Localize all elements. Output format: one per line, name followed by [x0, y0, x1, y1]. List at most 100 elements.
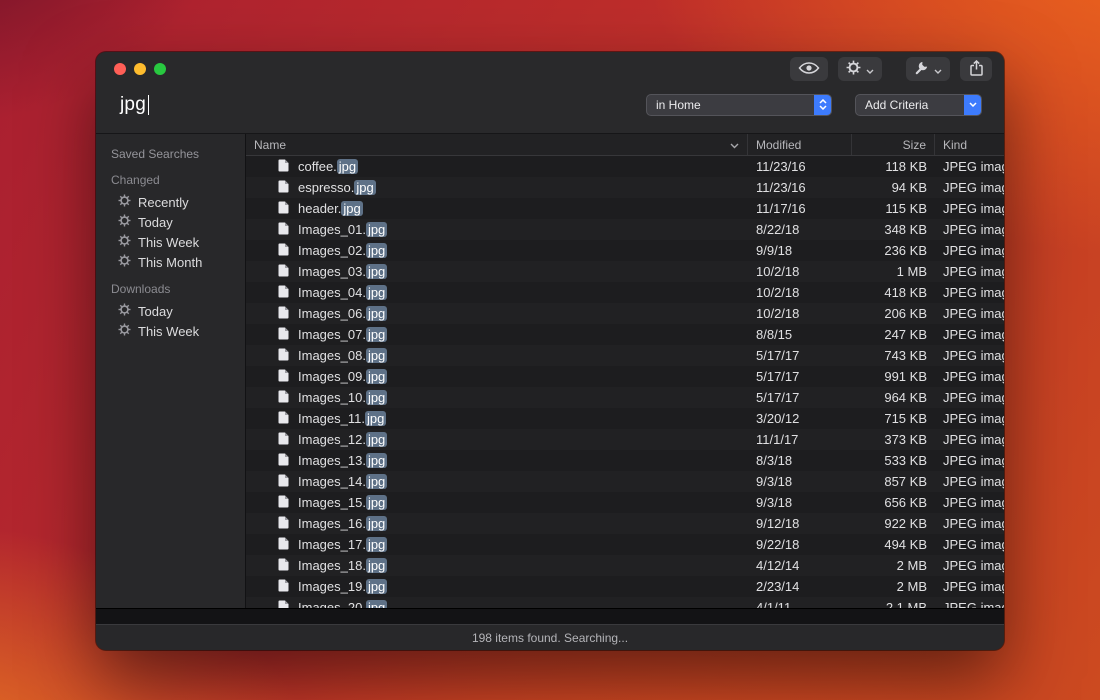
- file-name-cell: Images_03.jpg: [246, 264, 748, 280]
- file-name-cell: Images_07.jpg: [246, 327, 748, 343]
- file-row[interactable]: header.jpg 11/17/16 115 KB JPEG image: [246, 198, 1004, 219]
- kind-cell: JPEG image: [935, 537, 1004, 552]
- smart-folder-gear-icon: [118, 323, 131, 339]
- file-name: Images_19.jpg: [298, 579, 387, 594]
- file-name: Images_08.jpg: [298, 348, 387, 363]
- finder-search-window: jpg in Home Add Criteria: [96, 52, 1004, 650]
- file-row[interactable]: Images_12.jpg 11/1/17 373 KB JPEG image: [246, 429, 1004, 450]
- search-match-highlight: jpg: [365, 411, 386, 426]
- file-row[interactable]: espresso.jpg 11/23/16 94 KB JPEG image: [246, 177, 1004, 198]
- titlebar: [96, 52, 1004, 86]
- kind-cell: JPEG image: [935, 495, 1004, 510]
- share-button[interactable]: [960, 57, 992, 81]
- file-row[interactable]: Images_02.jpg 9/9/18 236 KB JPEG image: [246, 240, 1004, 261]
- list-header: Name Modified Size Kind: [246, 134, 1004, 156]
- file-name: Images_09.jpg: [298, 369, 387, 384]
- close-button[interactable]: [114, 63, 126, 75]
- file-row[interactable]: Images_13.jpg 8/3/18 533 KB JPEG image: [246, 450, 1004, 471]
- document-icon: [278, 243, 289, 259]
- kind-cell: JPEG image: [935, 159, 1004, 174]
- document-icon: [278, 180, 289, 196]
- column-header-kind[interactable]: Kind: [935, 134, 1004, 155]
- file-row[interactable]: Images_16.jpg 9/12/18 922 KB JPEG image: [246, 513, 1004, 534]
- search-bar: jpg in Home Add Criteria: [96, 86, 1004, 134]
- search-match-highlight: jpg: [366, 285, 387, 300]
- file-row[interactable]: Images_06.jpg 10/2/18 206 KB JPEG image: [246, 303, 1004, 324]
- file-name: Images_02.jpg: [298, 243, 387, 258]
- quick-look-button[interactable]: [790, 57, 828, 81]
- size-cell: 1 MB: [852, 264, 935, 279]
- file-name: header.jpg: [298, 201, 363, 216]
- sidebar-item-this-week[interactable]: This Week: [111, 232, 237, 252]
- kind-cell: JPEG image: [935, 222, 1004, 237]
- sidebar-section-label: Downloads: [111, 282, 237, 296]
- file-name: Images_13.jpg: [298, 453, 387, 468]
- sidebar-item-recently[interactable]: Recently: [111, 192, 237, 212]
- file-list: Name Modified Size Kind: [246, 134, 1004, 608]
- file-row[interactable]: coffee.jpg 11/23/16 118 KB JPEG image: [246, 156, 1004, 177]
- sidebar-title: Saved Searches: [111, 147, 237, 161]
- file-name-cell: Images_20.jpg: [246, 600, 748, 609]
- file-row[interactable]: Images_20.jpg 4/1/11 2.1 MB JPEG image: [246, 597, 1004, 608]
- modified-cell: 5/17/17: [748, 369, 852, 384]
- file-name: coffee.jpg: [298, 159, 358, 174]
- scope-dropdown[interactable]: in Home: [646, 94, 832, 116]
- size-cell: 94 KB: [852, 180, 935, 195]
- sidebar-item-this-week[interactable]: This Week: [111, 321, 237, 341]
- file-name-cell: Images_01.jpg: [246, 222, 748, 238]
- file-row[interactable]: Images_08.jpg 5/17/17 743 KB JPEG image: [246, 345, 1004, 366]
- size-cell: 991 KB: [852, 369, 935, 384]
- file-row[interactable]: Images_03.jpg 10/2/18 1 MB JPEG image: [246, 261, 1004, 282]
- file-row[interactable]: Images_07.jpg 8/8/15 247 KB JPEG image: [246, 324, 1004, 345]
- file-row[interactable]: Images_18.jpg 4/12/14 2 MB JPEG image: [246, 555, 1004, 576]
- file-row[interactable]: Images_19.jpg 2/23/14 2 MB JPEG image: [246, 576, 1004, 597]
- search-match-highlight: jpg: [366, 474, 387, 489]
- document-icon: [278, 558, 289, 574]
- file-row[interactable]: Images_17.jpg 9/22/18 494 KB JPEG image: [246, 534, 1004, 555]
- file-name-cell: Images_04.jpg: [246, 285, 748, 301]
- file-row[interactable]: Images_11.jpg 3/20/12 715 KB JPEG image: [246, 408, 1004, 429]
- add-criteria-label: Add Criteria: [856, 98, 937, 112]
- search-input[interactable]: jpg: [120, 94, 149, 116]
- search-match-highlight: jpg: [366, 600, 387, 608]
- smart-folder-gear-icon: [118, 234, 131, 250]
- size-cell: 115 KB: [852, 201, 935, 216]
- document-icon: [278, 432, 289, 448]
- minimize-button[interactable]: [134, 63, 146, 75]
- zoom-button[interactable]: [154, 63, 166, 75]
- modified-cell: 11/17/16: [748, 201, 852, 216]
- file-name-cell: Images_14.jpg: [246, 474, 748, 490]
- sidebar-item-label: This Week: [138, 235, 199, 250]
- file-row[interactable]: Images_04.jpg 10/2/18 418 KB JPEG image: [246, 282, 1004, 303]
- file-name-cell: Images_10.jpg: [246, 390, 748, 406]
- sidebar-item-today[interactable]: Today: [111, 301, 237, 321]
- wrench-icon: [914, 60, 929, 78]
- size-cell: 118 KB: [852, 159, 935, 174]
- size-cell: 247 KB: [852, 327, 935, 342]
- file-row[interactable]: Images_01.jpg 8/22/18 348 KB JPEG image: [246, 219, 1004, 240]
- file-row[interactable]: Images_09.jpg 5/17/17 991 KB JPEG image: [246, 366, 1004, 387]
- sidebar-item-today[interactable]: Today: [111, 212, 237, 232]
- modified-cell: 4/1/11: [748, 600, 852, 608]
- sidebar-item-this-month[interactable]: This Month: [111, 252, 237, 272]
- file-row[interactable]: Images_10.jpg 5/17/17 964 KB JPEG image: [246, 387, 1004, 408]
- document-icon: [278, 411, 289, 427]
- modified-cell: 9/9/18: [748, 243, 852, 258]
- file-row[interactable]: Images_15.jpg 9/3/18 656 KB JPEG image: [246, 492, 1004, 513]
- action-menu-button[interactable]: [838, 57, 882, 81]
- column-header-size[interactable]: Size: [852, 134, 935, 155]
- modified-cell: 8/22/18: [748, 222, 852, 237]
- file-name: Images_11.jpg: [298, 411, 386, 426]
- column-header-modified[interactable]: Modified: [748, 134, 852, 155]
- modified-cell: 11/23/16: [748, 159, 852, 174]
- status-bar: 198 items found. Searching...: [96, 624, 1004, 650]
- tools-menu-button[interactable]: [906, 57, 950, 81]
- size-cell: 2 MB: [852, 558, 935, 573]
- column-header-name[interactable]: Name: [246, 134, 748, 155]
- file-name: Images_12.jpg: [298, 432, 387, 447]
- search-match-highlight: jpg: [366, 222, 387, 237]
- search-match-highlight: jpg: [366, 369, 387, 384]
- horizontal-scrollbar[interactable]: [96, 608, 1004, 624]
- file-row[interactable]: Images_14.jpg 9/3/18 857 KB JPEG image: [246, 471, 1004, 492]
- add-criteria-dropdown[interactable]: Add Criteria: [855, 94, 982, 116]
